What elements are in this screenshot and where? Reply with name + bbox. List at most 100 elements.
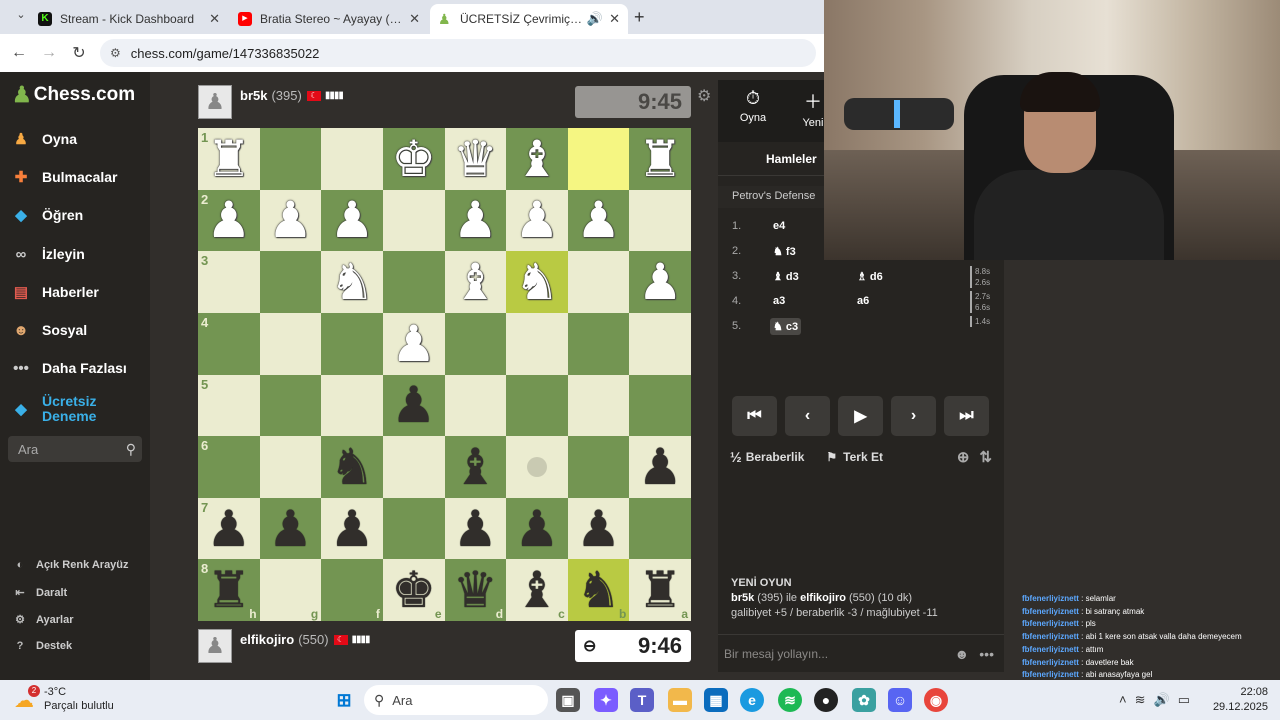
black-bishop-piece[interactable]: ♝: [515, 565, 560, 615]
board-square-a5[interactable]: [629, 374, 691, 437]
tab-chess[interactable]: ♟ ÜCRETSİZ Çevrimiçi Satranç 🔊 ✕: [430, 4, 628, 34]
speaker-icon[interactable]: 🔊: [583, 11, 603, 27]
emoji-icon[interactable]: ☻: [955, 646, 970, 662]
board-square-b1[interactable]: [567, 128, 630, 190]
chat-input[interactable]: Bir mesaj yollayın... ☻ •••: [718, 634, 1004, 672]
white-move[interactable]: ♝ d3: [770, 268, 802, 285]
black-pawn-piece[interactable]: ♟: [330, 504, 375, 554]
spotify-icon[interactable]: ≋: [778, 688, 802, 712]
discord-icon[interactable]: ☺: [888, 688, 912, 712]
search-icon[interactable]: ⚲: [126, 441, 136, 458]
board-square-a4[interactable]: [629, 312, 691, 375]
board-square-a8[interactable]: ♜ a: [629, 559, 691, 621]
board-square-d7[interactable]: ♟: [444, 497, 507, 560]
board-square-f3[interactable]: ♞: [321, 251, 383, 313]
edge-icon[interactable]: e: [740, 688, 764, 712]
white-move[interactable]: e4: [770, 218, 788, 234]
board-square-g1[interactable]: [259, 128, 322, 190]
chrome-icon[interactable]: ◉: [924, 688, 948, 712]
sidebar-item-puzzles[interactable]: ✚ Bulmacalar: [10, 166, 118, 188]
sidebar-item-play[interactable]: ♟ Oyna: [10, 128, 77, 150]
forward-arrow-icon[interactable]: →: [34, 44, 64, 62]
board-square-b5[interactable]: [567, 374, 630, 437]
board-square-f8[interactable]: f: [321, 559, 383, 621]
white-rook-piece[interactable]: ♜: [638, 134, 683, 184]
board-square-b4[interactable]: [567, 312, 630, 375]
sidebar-collapse[interactable]: ⇤ Daralt: [12, 586, 67, 600]
sidebar-settings[interactable]: ⚙ Ayarlar: [12, 613, 73, 627]
board-square-f7[interactable]: ♟: [321, 497, 383, 560]
white-move[interactable]: ♞ c3: [770, 318, 802, 335]
black-pawn-piece[interactable]: ♟: [391, 380, 436, 430]
add-friend-icon[interactable]: ⊕: [957, 448, 970, 466]
board-square-g6[interactable]: [259, 436, 322, 498]
board-square-b6[interactable]: [567, 436, 630, 498]
white-pawn-piece[interactable]: ♟: [515, 195, 560, 245]
address-bar[interactable]: ⚙ chess.com/game/147336835022: [100, 39, 816, 67]
board-square-c7[interactable]: ♟: [506, 497, 568, 560]
player-name[interactable]: br5k: [240, 88, 267, 103]
tab-kick-dashboard[interactable]: K Stream - Kick Dashboard ✕: [30, 4, 228, 34]
white-pawn-piece[interactable]: ♟: [268, 195, 313, 245]
volume-icon[interactable]: 🔊: [1154, 692, 1170, 708]
white-rook-piece[interactable]: ♜: [206, 134, 251, 184]
black-knight-piece[interactable]: ♞: [576, 565, 621, 615]
board-square-e5[interactable]: ♟: [382, 374, 445, 437]
clock-date[interactable]: 22:08 29.12.2025: [1213, 685, 1268, 715]
board-square-g4[interactable]: [259, 312, 322, 375]
board-square-e3[interactable]: [382, 251, 445, 313]
board-square-f4[interactable]: [321, 312, 383, 375]
new-tab-icon[interactable]: +: [634, 7, 645, 28]
white-knight-piece[interactable]: ♞: [330, 257, 375, 307]
board-square-d4[interactable]: [444, 312, 507, 375]
board-square-h2[interactable]: ♟ 2: [198, 189, 260, 252]
board-square-a6[interactable]: ♟: [629, 436, 691, 498]
white-king-piece[interactable]: ♚: [391, 134, 436, 184]
white-pawn-piece[interactable]: ♟: [391, 319, 436, 369]
white-pawn-piece[interactable]: ♟: [206, 195, 251, 245]
white-bishop-piece[interactable]: ♝: [453, 257, 498, 307]
player-name[interactable]: elfikojiro: [240, 632, 294, 647]
sidebar-item-watch[interactable]: ∞ İzleyin: [10, 243, 85, 265]
chevron-up-icon[interactable]: ˄: [1119, 692, 1127, 708]
flip-board-icon[interactable]: ⇅: [979, 448, 992, 466]
board-square-b7[interactable]: ♟: [567, 497, 630, 560]
close-tab-icon[interactable]: ✕: [603, 11, 620, 27]
white-bishop-piece[interactable]: ♝: [515, 134, 560, 184]
black-rook-piece[interactable]: ♜: [206, 565, 251, 615]
board-square-h8[interactable]: ♜ 8 h: [198, 559, 260, 621]
sidebar-search-input[interactable]: Ara ⚲: [8, 436, 142, 462]
previous-move-button[interactable]: ‹: [785, 396, 830, 436]
board-square-h7[interactable]: ♟ 7: [198, 497, 260, 560]
black-queen-piece[interactable]: ♛: [453, 565, 498, 615]
player-name[interactable]: elfikojiro: [800, 592, 846, 604]
sidebar-item-more[interactable]: ••• Daha Fazlası: [10, 357, 127, 379]
black-pawn-piece[interactable]: ♟: [453, 504, 498, 554]
move-hint-dot[interactable]: [526, 456, 547, 477]
board-square-c8[interactable]: ♝ c: [506, 559, 568, 621]
next-move-button[interactable]: ›: [891, 396, 936, 436]
sidebar-item-news[interactable]: ▤ Haberler: [10, 281, 99, 303]
board-square-a7[interactable]: [629, 497, 691, 560]
taskbar-search[interactable]: ⚲ Ara: [364, 685, 548, 715]
board-square-e7[interactable]: [382, 497, 445, 560]
white-pawn-piece[interactable]: ♟: [576, 195, 621, 245]
board-square-b3[interactable]: [567, 251, 630, 313]
black-rook-piece[interactable]: ♜: [638, 565, 683, 615]
white-move[interactable]: ♞ f3: [770, 243, 799, 260]
board-square-a3[interactable]: ♟: [629, 251, 691, 313]
microsoft-store-icon[interactable]: ▦: [704, 688, 728, 712]
board-square-c1[interactable]: ♝: [506, 128, 568, 190]
board-square-c5[interactable]: [506, 374, 568, 437]
black-pawn-piece[interactable]: ♟: [515, 504, 560, 554]
obs-icon[interactable]: ●: [814, 688, 838, 712]
board-square-d6[interactable]: ♝: [444, 436, 507, 498]
white-queen-piece[interactable]: ♛: [453, 134, 498, 184]
black-pawn-piece[interactable]: ♟: [576, 504, 621, 554]
board-square-f1[interactable]: [321, 128, 383, 190]
close-tab-icon[interactable]: ✕: [403, 11, 420, 27]
close-tab-icon[interactable]: ✕: [203, 11, 220, 27]
black-bishop-piece[interactable]: ♝: [453, 442, 498, 492]
board-settings-gear-icon[interactable]: ⚙: [697, 86, 711, 106]
board-square-b8[interactable]: ♞ b: [567, 559, 630, 621]
